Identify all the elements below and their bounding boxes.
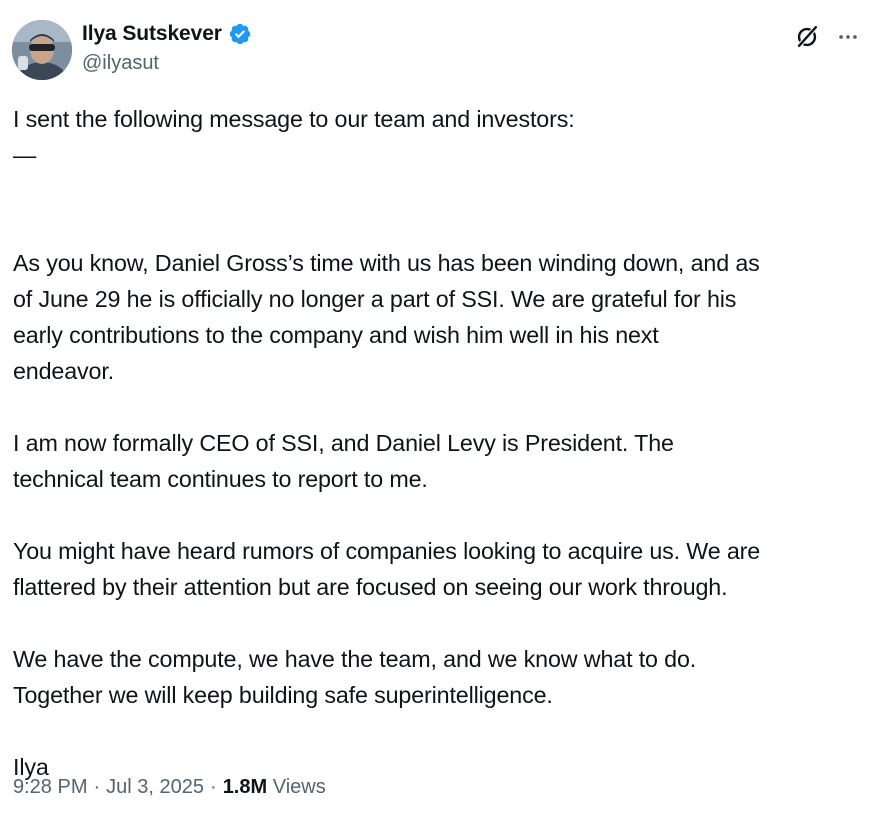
tweet-line: — — [13, 142, 37, 168]
tweet-line: I am now formally CEO of SSI, and Daniel… — [13, 430, 674, 456]
more-icon — [839, 35, 857, 39]
tweet-line: I sent the following message to our team… — [13, 106, 575, 132]
tweet-line: You might have heard rumors of companies… — [13, 538, 761, 564]
tweet-line: flattered by their attention but are foc… — [13, 574, 728, 600]
meta-separator: · — [93, 776, 101, 798]
tweet-body: I sent the following message to our team… — [13, 101, 873, 785]
tweet-line: As you know, Daniel Gross’s time with us… — [13, 250, 760, 276]
grok-icon — [796, 25, 819, 48]
tweet-meta: 9:28 PM · Jul 3, 2025 · 1.8M Views — [13, 776, 326, 799]
grok-button[interactable] — [792, 22, 822, 52]
tweet-line: technical team continues to report to me… — [13, 466, 428, 492]
tweet: Ilya Sutskever @ilyasut I sent the follo… — [0, 0, 882, 827]
tweet-line: of June 29 he is officially no longer a … — [13, 286, 737, 312]
meta-separator: · — [210, 776, 217, 798]
more-options-button[interactable] — [832, 22, 864, 52]
avatar-image — [12, 20, 72, 80]
tweet-line: Together we will keep building safe supe… — [13, 682, 553, 708]
tweet-line: We have the compute, we have the team, a… — [13, 646, 697, 672]
views-count[interactable]: 1.8M — [223, 776, 267, 799]
tweet-date[interactable]: Jul 3, 2025 — [106, 776, 204, 799]
verified-badge-icon[interactable] — [228, 22, 252, 46]
author-handle[interactable]: @ilyasut — [82, 52, 159, 75]
tweet-line: endeavor. — [13, 358, 114, 384]
views-label[interactable]: Views — [273, 776, 326, 799]
avatar[interactable] — [12, 20, 72, 80]
author-display-name[interactable]: Ilya Sutskever — [82, 22, 222, 46]
tweet-line: early contributions to the company and w… — [13, 322, 659, 348]
tweet-time[interactable]: 9:28 PM — [13, 776, 87, 799]
